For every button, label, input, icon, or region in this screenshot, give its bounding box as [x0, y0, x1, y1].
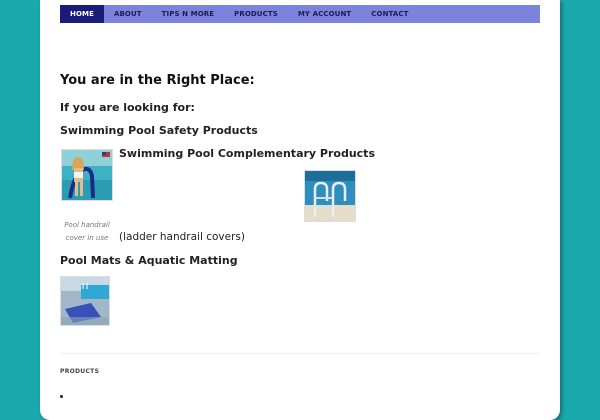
nav-tips[interactable]: TIPS N MORE — [152, 5, 224, 23]
nav-contact[interactable]: CONTACT — [361, 5, 418, 23]
looking-for-heading: If you are looking for: — [60, 101, 195, 114]
page-heading: You are in the Right Place: — [60, 73, 255, 88]
safety-products-heading[interactable]: Swimming Pool Safety Products — [60, 124, 258, 137]
nav-products[interactable]: PRODUCTS — [224, 5, 288, 23]
main-nav: HOME ABOUT TIPS N MORE PRODUCTS MY ACCOU… — [60, 5, 540, 23]
ladder-handrail-photo[interactable] — [304, 170, 356, 222]
ladder-handrail-image — [305, 171, 355, 221]
complementary-products-heading[interactable]: Swimming Pool Complementary Products — [119, 147, 375, 160]
section-divider — [60, 353, 540, 354]
handrail-note: (ladder handrail covers) — [119, 231, 245, 243]
pool-mat-photo[interactable] — [60, 276, 110, 326]
nav-home[interactable]: HOME — [60, 5, 104, 23]
page-container: HOME ABOUT TIPS N MORE PRODUCTS MY ACCOU… — [40, 0, 560, 420]
handrail-cover-photo[interactable] — [61, 149, 113, 201]
nav-my-account[interactable]: MY ACCOUNT — [288, 5, 361, 23]
footer-products-title: PRODUCTS — [60, 368, 100, 375]
pool-mats-heading[interactable]: Pool Mats & Aquatic Matting — [60, 254, 238, 267]
footer-list-bullet — [60, 395, 63, 398]
pool-mat-image — [61, 277, 109, 325]
handrail-cover-image — [62, 150, 112, 200]
nav-about[interactable]: ABOUT — [104, 5, 152, 23]
handrail-caption: Pool handrail cover in use — [64, 221, 110, 242]
